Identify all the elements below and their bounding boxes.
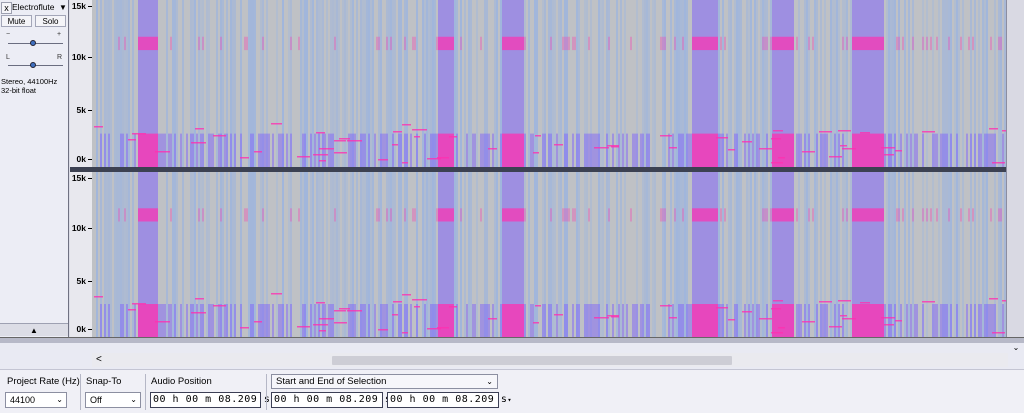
close-icon: x <box>4 3 9 13</box>
selection-end-field[interactable]: 00 h 00 m 08.209 s▾ <box>387 392 512 408</box>
audio-position-label: Audio Position <box>151 376 212 387</box>
frequency-tick-label: 0k <box>76 154 86 164</box>
frequency-ruler-right-channel: 15k 10k 5k 0k <box>70 172 92 337</box>
project-rate-value: 44100 <box>10 395 36 405</box>
chevron-down-icon: ⌄ <box>56 395 63 404</box>
selection-end-value: 00 h 00 m 08.209 s <box>390 394 508 405</box>
snap-to-value: Off <box>90 395 102 405</box>
horizontal-scroll-thumb[interactable] <box>332 356 732 365</box>
close-track-button[interactable]: x <box>1 2 12 14</box>
frequency-tick-label: 15k <box>71 1 86 11</box>
frequency-tick-label: 10k <box>71 223 86 234</box>
mute-button[interactable]: Mute <box>1 15 32 27</box>
format-menu-icon[interactable]: ▾ <box>507 396 512 404</box>
track-format-line-1: Stereo, 44100Hz <box>1 77 58 86</box>
gain-slider-knob[interactable] <box>30 40 36 46</box>
snap-to-label: Snap-To <box>86 376 122 387</box>
spectrogram-left-channel[interactable] <box>92 0 1007 167</box>
collapse-icon: ▲ <box>30 326 38 335</box>
spectrogram-right-channel[interactable] <box>92 172 1007 337</box>
track-format-line-2: 32-bit float <box>1 86 37 95</box>
gain-min-label: − <box>6 31 11 38</box>
snap-to-select[interactable]: Off ⌄ <box>85 392 141 408</box>
chevron-down-icon: ⌄ <box>486 377 493 386</box>
audio-position-value: 00 h 00 m 08.209 s <box>153 394 271 405</box>
selection-start-value: 00 h 00 m 08.209 s <box>274 394 392 405</box>
toolbar-separator <box>145 374 146 410</box>
pan-left-label: L <box>6 54 10 61</box>
track-control-panel: x Electroflute ▼ Mute Solo − + L R Stere… <box>0 0 69 337</box>
horizontal-scrollbar[interactable]: < <box>92 353 1008 367</box>
scroll-left-icon[interactable]: < <box>96 353 102 367</box>
spectrogram-image <box>92 172 1007 337</box>
frequency-ruler-left-channel: 15k 10k 5k 0k <box>70 0 92 167</box>
selection-toolbar: Project Rate (Hz) 44100 ⌄ Snap-To Off ⌄ … <box>0 369 1024 413</box>
track-name: Electroflute <box>12 2 55 12</box>
frequency-tick-label: 5k <box>76 105 86 115</box>
toolbar-separator <box>266 374 267 410</box>
solo-button[interactable]: Solo <box>35 15 66 27</box>
selection-mode-value: Start and End of Selection <box>276 376 387 387</box>
frequency-tick-label: 10k <box>71 52 86 62</box>
project-rate-select[interactable]: 44100 ⌄ <box>5 392 67 408</box>
track-format-info: Stereo, 44100Hz 32-bit float <box>1 77 57 95</box>
frequency-tick-label: 0k <box>76 324 86 335</box>
frequency-tick-label: 5k <box>76 275 86 286</box>
project-rate-label: Project Rate (Hz) <box>7 376 80 387</box>
collapse-track-button[interactable]: ▲ <box>0 323 68 336</box>
dropdown-arrow-icon[interactable]: ▼ <box>59 2 68 13</box>
pan-right-label: R <box>57 54 63 61</box>
spectrogram-image <box>92 0 1007 167</box>
gain-max-label: + <box>57 31 62 38</box>
selection-mode-select[interactable]: Start and End of Selection ⌄ <box>271 374 498 389</box>
chevron-down-icon: ⌄ <box>130 395 137 404</box>
pan-slider-knob[interactable] <box>30 62 36 68</box>
track-resize-bar[interactable] <box>0 337 1024 343</box>
audio-position-field[interactable]: 00 h 00 m 08.209 s▾ <box>150 392 275 408</box>
frequency-tick-label: 15k <box>71 172 86 183</box>
scroll-down-icon[interactable]: ⌄ <box>1008 343 1024 353</box>
vertical-scrollbar[interactable] <box>1006 0 1024 343</box>
toolbar-separator <box>80 374 81 410</box>
track-area: x Electroflute ▼ Mute Solo − + L R Stere… <box>0 0 1024 343</box>
selection-start-field[interactable]: 00 h 00 m 08.209 s▾ <box>271 392 396 408</box>
